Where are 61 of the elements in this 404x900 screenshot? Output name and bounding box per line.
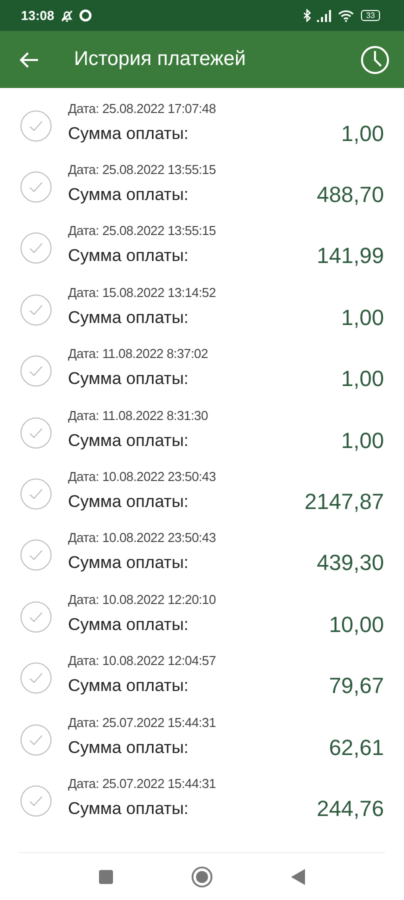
payment-date: Дата: 25.08.2022 17:07:48 (68, 100, 217, 116)
payment-date: Дата: 11.08.2022 8:31:30 (68, 408, 209, 423)
amount-label: Сумма оплаты: (68, 492, 189, 512)
home-icon[interactable] (191, 866, 213, 888)
amount-label: Сумма оплаты: (68, 738, 189, 758)
screen-title: История платежей (74, 48, 247, 71)
payment-date: Дата: 11.08.2022 8:37:02 (68, 346, 209, 362)
payment-date: Дата: 10.08.2022 23:50:43 (68, 469, 217, 484)
payment-date: Дата: 10.08.2022 12:04:57 (68, 653, 217, 668)
check-circle-icon (20, 600, 52, 633)
amount-label: Сумма оплаты: (68, 614, 189, 635)
payment-amount: 488,70 (316, 182, 384, 208)
payment-amount: 1,00 (341, 428, 384, 454)
payment-amount: 244,76 (316, 796, 384, 822)
check-circle-icon (20, 662, 52, 694)
recents-icon[interactable] (99, 870, 113, 884)
payment-amount: 439,30 (316, 550, 384, 576)
amount-label: Сумма оплаты: (68, 308, 189, 328)
check-circle-icon (20, 110, 52, 142)
check-circle-icon (20, 294, 52, 326)
wifi-icon (338, 9, 354, 22)
amount-label: Сумма оплаты: (68, 246, 189, 266)
battery-indicator: 33 (361, 10, 380, 21)
payment-amount: 62,61 (328, 734, 384, 761)
payment-date: Дата: 25.07.2022 15:44:31 (68, 714, 217, 730)
amount-label: Сумма оплаты: (68, 124, 189, 144)
amount-label: Сумма оплаты: (68, 430, 189, 451)
check-circle-icon (20, 724, 52, 756)
payment-amount: 141,99 (316, 243, 384, 270)
check-circle-icon (20, 355, 52, 388)
signal-icon (317, 10, 334, 22)
amount-label: Сумма оплаты: (68, 798, 189, 819)
check-circle-icon (20, 232, 52, 264)
check-circle-icon (20, 171, 52, 204)
check-circle-icon (20, 539, 52, 572)
check-circle-icon (20, 478, 52, 510)
clock-icon[interactable] (360, 44, 390, 74)
check-circle-icon (20, 416, 52, 449)
payment-date: Дата: 10.08.2022 12:20:10 (68, 592, 217, 607)
payment-date: Дата: 25.08.2022 13:55:15 (68, 223, 217, 238)
payment-date: Дата: 15.08.2022 13:14:52 (68, 284, 217, 300)
payment-date: Дата: 25.07.2022 15:44:31 (68, 776, 217, 791)
check-circle-icon (20, 784, 52, 817)
payment-amount: 1,00 (341, 120, 384, 147)
payment-date: Дата: 25.08.2022 13:55:15 (68, 162, 217, 178)
payment-amount: 10,00 (328, 612, 384, 638)
payment-amount: 1,00 (341, 366, 384, 392)
back-icon[interactable] (291, 868, 305, 884)
amount-label: Сумма оплаты: (68, 553, 189, 574)
amount-label: Сумма оплаты: (68, 185, 189, 206)
payment-date: Дата: 10.08.2022 23:50:43 (68, 530, 217, 546)
payment-amount: 79,67 (328, 673, 384, 700)
amount-label: Сумма оплаты: (68, 676, 189, 696)
ring-icon (79, 9, 92, 22)
payment-amount: 1,00 (341, 304, 384, 331)
amount-label: Сумма оплаты: (68, 369, 189, 390)
back-arrow-icon[interactable] (19, 50, 39, 68)
bell-off-icon (60, 8, 74, 22)
bluetooth-icon (303, 9, 312, 22)
clock-time: 13:08 (21, 8, 54, 23)
payment-amount: 2147,87 (304, 489, 384, 516)
